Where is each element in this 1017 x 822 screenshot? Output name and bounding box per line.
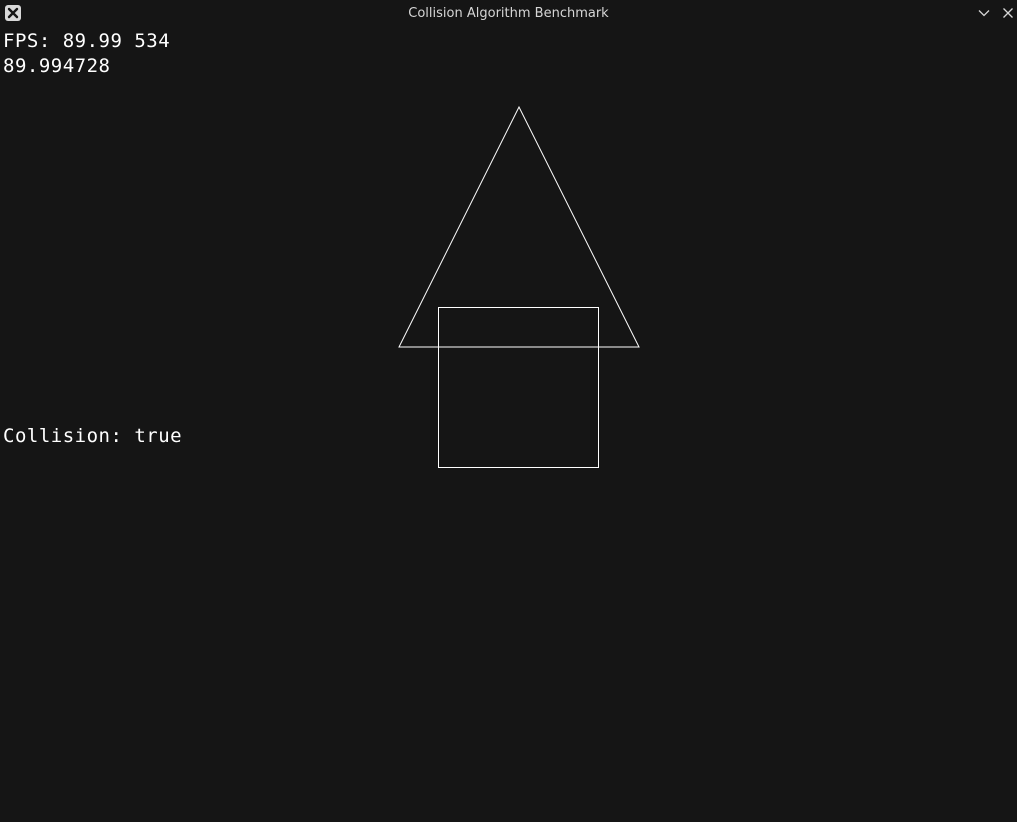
app-window: Collision Algorithm Benchmark FPS: 89.99… xyxy=(0,0,1017,822)
triangle-shape xyxy=(398,105,640,348)
collision-status: Collision: true xyxy=(3,425,183,447)
scene-shapes xyxy=(398,105,640,468)
fps-value-readout: 89.994728 xyxy=(3,55,111,77)
square-shape xyxy=(438,307,599,468)
fps-readout: FPS: 89.99 534 xyxy=(3,30,171,52)
